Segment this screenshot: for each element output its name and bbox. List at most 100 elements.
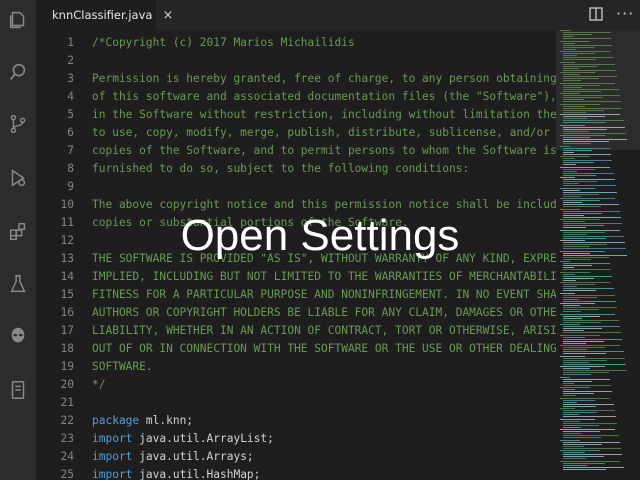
minimap-line: [560, 166, 610, 168]
line-text: in the Software without restriction, inc…: [92, 108, 556, 121]
device-icon[interactable]: [6, 378, 30, 402]
minimap-line: [563, 447, 621, 449]
minimap-line: [563, 391, 612, 393]
minimap-line: [563, 395, 576, 397]
line-text: SOFTWARE.: [92, 360, 153, 373]
line-text: ml.knn;: [139, 414, 194, 427]
minimap-line: [563, 88, 619, 90]
code-line[interactable]: 14 IMPLIED, INCLUDING BUT NOT LIMITED TO …: [36, 268, 556, 286]
minimap-line: [563, 294, 615, 296]
alien-icon[interactable]: [6, 324, 30, 348]
minimap-line: [563, 109, 604, 111]
code-line[interactable]: 15 FITNESS FOR A PARTICULAR PURPOSE AND N…: [36, 286, 556, 304]
debug-icon[interactable]: [6, 166, 30, 190]
source-control-icon[interactable]: [6, 112, 30, 136]
minimap-line: [563, 189, 580, 191]
minimap-line: [563, 468, 606, 470]
code-line[interactable]: 20 */: [36, 376, 556, 394]
code-line[interactable]: 1 /*Copyright (c) 2017 Marios Michailidis: [36, 34, 556, 52]
minimap-line: [560, 82, 615, 84]
code-line[interactable]: 3 Permission is hereby granted, free of c…: [36, 70, 556, 88]
minimap-line: [563, 42, 575, 44]
minimap-line: [560, 282, 610, 283]
minimap-line: [563, 403, 614, 405]
minimap-line: [563, 86, 582, 88]
line-number: 3: [67, 72, 74, 85]
tab-knnclassifier[interactable]: knnClassifier.java ×: [36, 0, 173, 30]
search-icon[interactable]: [6, 60, 30, 84]
minimap-line: [563, 32, 610, 34]
minimap-line: [563, 332, 621, 334]
minimap-line: [563, 273, 575, 275]
minimap-line: [563, 97, 602, 99]
line-text: Permission is hereby granted, free of ch…: [92, 72, 556, 85]
line-text: OUT OF OR IN CONNECTION WITH THE SOFTWAR…: [92, 342, 556, 355]
minimap-line: [560, 72, 595, 73]
minimap-line: [563, 275, 612, 277]
line-code: package ml.knn;: [92, 412, 193, 430]
minimap-line: [563, 57, 614, 59]
minimap-line: [563, 46, 594, 48]
split-editor-icon[interactable]: [589, 7, 603, 21]
code-line[interactable]: 16 AUTHORS OR COPYRIGHT HOLDERS BE LIABLE…: [36, 304, 556, 322]
minimap-line: [560, 334, 600, 336]
explorer-icon[interactable]: [6, 8, 30, 32]
minimap-line: [563, 120, 624, 122]
code-line[interactable]: 7 copies of the Software, and to permit p…: [36, 142, 556, 160]
line-number: 7: [67, 144, 74, 157]
close-icon[interactable]: ×: [162, 8, 173, 23]
minimap-line: [563, 158, 575, 160]
minimap-line: [560, 439, 580, 441]
minimap-line: [563, 277, 594, 279]
code-line[interactable]: 25 import java.util.HashMap;: [36, 466, 556, 480]
minimap-line: [563, 374, 591, 376]
line-number: 22: [60, 414, 74, 427]
minimap-line: [563, 36, 574, 38]
minimap-line: [563, 132, 626, 134]
minimap-line: [563, 401, 577, 403]
code-line[interactable]: 4 of this software and associated documen…: [36, 88, 556, 106]
minimap-line: [563, 342, 586, 344]
minimap-line: [563, 149, 592, 151]
line-text: java.util.Arrays;: [132, 450, 254, 463]
minimap-line: [563, 307, 617, 309]
code-line[interactable]: 9: [36, 178, 556, 196]
minimap-line: [563, 69, 616, 71]
code-line[interactable]: 8 furnished to do so, subject to the foll…: [36, 160, 556, 178]
minimap-line: [560, 51, 610, 52]
minimap-line: [563, 44, 612, 46]
more-actions-icon[interactable]: ···: [616, 4, 634, 23]
minimap-line: [563, 128, 607, 130]
minimap-line: [563, 174, 596, 176]
line-text: FITNESS FOR A PARTICULAR PURPOSE AND NON…: [92, 288, 556, 301]
flask-icon[interactable]: [6, 272, 30, 296]
minimap-line: [563, 279, 576, 281]
minimap-line: [560, 397, 610, 399]
line-text: AUTHORS OR COPYRIGHT HOLDERS BE LIABLE F…: [92, 306, 556, 319]
minimap-line: [563, 452, 585, 454]
code-line[interactable]: 19 SOFTWARE.: [36, 358, 556, 376]
code-line[interactable]: 21: [36, 394, 556, 412]
code-line[interactable]: 6 to use, copy, modify, merge, publish, d…: [36, 124, 556, 142]
minimap-line: [563, 433, 582, 435]
code-line[interactable]: 17 LIABILITY, WHETHER IN AN ACTION OF CON…: [36, 322, 556, 340]
code-line[interactable]: 18 OUT OF OR IN CONNECTION WITH THE SOFTW…: [36, 340, 556, 358]
code-line[interactable]: 24 import java.util.Arrays;: [36, 448, 556, 466]
minimap-line: [563, 321, 601, 323]
minimap-line: [563, 286, 577, 288]
minimap-line: [563, 63, 615, 65]
line-number: 4: [67, 90, 74, 103]
code-line[interactable]: 22 package ml.knn;: [36, 412, 556, 430]
minimap-line: [563, 363, 626, 365]
minimap-line: [563, 422, 617, 424]
keyword: import: [92, 468, 133, 480]
line-text: of this software and associated document…: [92, 90, 556, 103]
minimap-line: [563, 95, 620, 97]
line-code: of this software and associated document…: [92, 88, 556, 106]
code-line[interactable]: 2: [36, 52, 556, 70]
minimap-line: [563, 55, 577, 57]
minimap-line: [563, 359, 607, 361]
code-line[interactable]: 23 import java.util.ArrayList;: [36, 430, 556, 448]
code-line[interactable]: 5 in the Software without restriction, in…: [36, 106, 556, 124]
minimap-line: [563, 378, 610, 380]
